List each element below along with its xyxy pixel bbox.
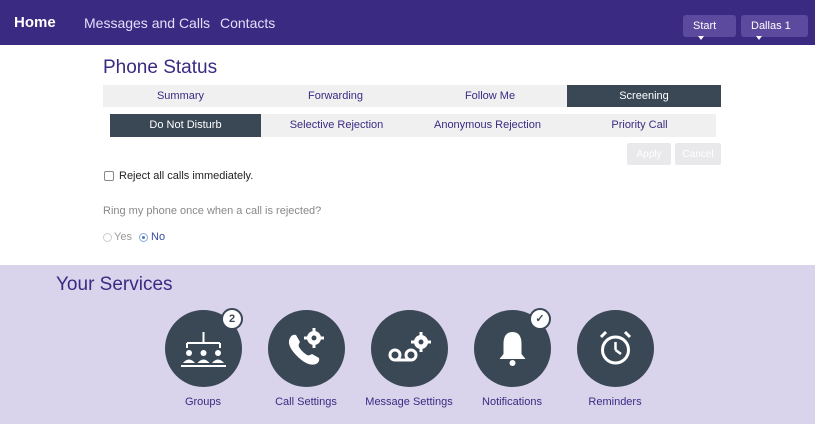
- start-dropdown-label: Start: [693, 20, 717, 32]
- apply-button[interactable]: Apply: [627, 143, 671, 165]
- subtab-priority-call[interactable]: Priority Call: [563, 114, 716, 137]
- cancel-button[interactable]: Cancel: [675, 143, 721, 165]
- caret-down-icon: [756, 36, 762, 41]
- ring-yes-label: Yes: [114, 231, 132, 243]
- tab-summary[interactable]: Summary: [103, 85, 258, 107]
- top-nav-bar: Home Messages and Calls Contacts Start D…: [0, 0, 815, 45]
- services-panel: Your Services 2 Groups Call Settings Mes…: [0, 265, 815, 424]
- notifications-label: Notifications: [482, 396, 542, 408]
- message-settings-label: Message Settings: [365, 396, 453, 408]
- subtab-do-not-disturb[interactable]: Do Not Disturb: [110, 114, 261, 137]
- notifications-check-badge: ✓: [529, 308, 551, 330]
- groups-label: Groups: [184, 396, 222, 408]
- reject-all-label: Reject all calls immediately.: [119, 170, 254, 182]
- nav-messages-link[interactable]: Messages and Calls: [84, 15, 210, 31]
- call-settings-icon: [288, 328, 324, 365]
- account-dropdown-button[interactable]: Dallas 1: [741, 15, 808, 41]
- caret-down-icon: [698, 36, 704, 41]
- start-dropdown-button[interactable]: Start: [683, 15, 736, 41]
- page-title: Phone Status: [103, 57, 218, 78]
- tab-follow-me[interactable]: Follow Me: [413, 85, 567, 107]
- nav-contacts-link[interactable]: Contacts: [220, 15, 275, 31]
- alarm-clock-icon: [599, 330, 632, 365]
- subtab-selective-rejection[interactable]: Selective Rejection: [261, 114, 412, 137]
- tab-screening[interactable]: Screening: [567, 85, 721, 107]
- ring-no-radio[interactable]: [139, 233, 148, 242]
- groups-count-badge: 2: [221, 308, 243, 330]
- ring-no-label: No: [151, 231, 166, 243]
- call-settings-service-button[interactable]: [268, 310, 345, 387]
- ring-yes-radio[interactable]: [103, 233, 112, 242]
- call-settings-label: Call Settings: [275, 396, 337, 408]
- services-title: Your Services: [56, 274, 173, 295]
- message-settings-service-button[interactable]: [371, 310, 448, 387]
- account-dropdown-label: Dallas 1: [751, 20, 791, 32]
- subtab-anonymous-rejection[interactable]: Anonymous Rejection: [412, 114, 563, 137]
- voicemail-settings-icon: [388, 332, 431, 362]
- reject-all-checkbox[interactable]: [104, 171, 114, 181]
- ring-once-question: Ring my phone once when a call is reject…: [103, 205, 322, 217]
- tab-forwarding[interactable]: Forwarding: [258, 85, 413, 107]
- reminders-label: Reminders: [588, 396, 642, 408]
- nav-home-link[interactable]: Home: [14, 14, 56, 31]
- reminders-service-button[interactable]: [577, 310, 654, 387]
